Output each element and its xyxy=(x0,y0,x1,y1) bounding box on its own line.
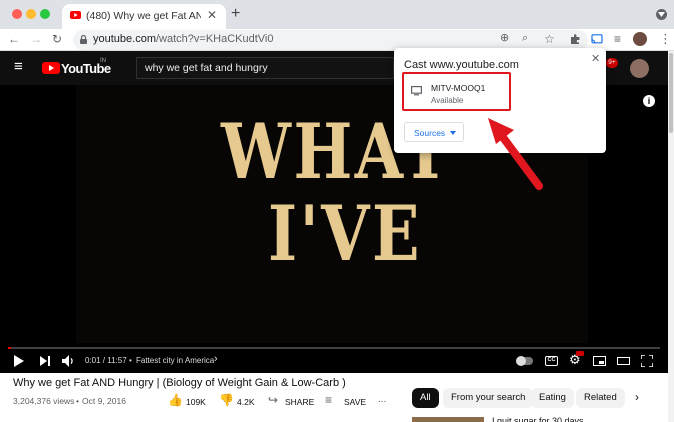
notification-badge: 9+ xyxy=(606,58,618,68)
install-app-icon[interactable]: ⊕ xyxy=(500,33,509,44)
forward-arrow-icon[interactable]: → xyxy=(30,33,42,45)
maximize-window-button[interactable] xyxy=(40,9,50,19)
miniplayer-inner xyxy=(599,361,604,364)
browser-tab[interactable]: (480) Why we get Fat AND Hu ✕ xyxy=(62,4,226,29)
sources-dropdown[interactable]: Sources xyxy=(404,122,464,142)
annotation-arrow-icon xyxy=(488,118,543,190)
cast-device-name: MITV-MOOQ1 xyxy=(431,83,486,93)
extensions-puzzle-icon[interactable] xyxy=(570,34,581,45)
chip-all[interactable]: All xyxy=(412,388,439,408)
cast-dialog-title: Cast www.youtube.com xyxy=(404,59,519,71)
back-arrow-icon[interactable]: ← xyxy=(8,33,20,45)
tab-close-icon[interactable]: ✕ xyxy=(207,8,217,22)
play-icon[interactable] xyxy=(14,355,24,367)
page-scrollbar[interactable] xyxy=(668,51,674,422)
bookmark-star-icon[interactable]: ☆ xyxy=(544,33,555,45)
miniplayer-icon[interactable] xyxy=(593,356,606,366)
info-icon[interactable]: i xyxy=(643,95,655,107)
zoom-icon[interactable]: ⌕ xyxy=(522,33,528,44)
progress-fill xyxy=(8,347,11,349)
dislike-count[interactable]: 4.2K xyxy=(237,397,255,407)
address-bar[interactable]: youtube.com/watch?v=KHaCKudtVi0 ⊕ ⌕ ☆ xyxy=(73,30,588,50)
url-path: /watch?v=KHaCKudtVi0 xyxy=(155,33,274,45)
search-input[interactable]: why we get fat and hungry xyxy=(136,57,394,79)
more-actions-button[interactable]: ... xyxy=(378,394,386,405)
save-playlist-icon[interactable]: ≡ xyxy=(325,393,332,407)
recommendation-title[interactable]: I quit sugar for 30 days xyxy=(492,416,584,422)
browser-tab-strip: (480) Why we get Fat AND Hu ✕ + xyxy=(0,0,674,29)
chapter-chevron-icon[interactable]: › xyxy=(214,353,218,365)
region-code: IN xyxy=(100,58,106,64)
publish-date: Oct 9, 2016 xyxy=(82,396,126,406)
chips-next-icon[interactable]: › xyxy=(635,390,639,404)
sources-label: Sources xyxy=(414,128,446,138)
lock-icon xyxy=(80,35,87,44)
account-avatar[interactable] xyxy=(630,59,649,78)
youtube-favicon-icon xyxy=(70,11,81,19)
share-icon[interactable]: ↪ xyxy=(268,393,278,407)
subtitles-icon[interactable]: CC xyxy=(545,356,558,366)
chip-from-your-search[interactable]: From your search xyxy=(443,388,534,408)
url-text: youtube.com/watch?v=KHaCKudtVi0 xyxy=(93,33,274,45)
minimize-window-button[interactable] xyxy=(26,9,36,19)
reload-icon[interactable]: ↻ xyxy=(52,33,62,45)
search-query: why we get fat and hungry xyxy=(145,62,268,74)
chapter-separator: • xyxy=(129,356,132,365)
tab-search-button[interactable] xyxy=(656,9,667,20)
view-count: 3,204,376 views xyxy=(13,396,75,406)
tab-title: (480) Why we get Fat AND Hu xyxy=(86,10,201,22)
autoplay-knob xyxy=(516,356,526,366)
video-title: Why we get Fat AND Hungry | (Biology of … xyxy=(13,377,346,389)
like-icon[interactable]: 👍 xyxy=(168,393,183,407)
dropdown-caret-icon xyxy=(450,131,456,135)
chapter-title[interactable]: Fattest city in America xyxy=(136,356,214,365)
video-overlay-text-line2: I'VE xyxy=(268,189,422,278)
chip-related[interactable]: Related xyxy=(576,388,625,408)
fullscreen-icon[interactable] xyxy=(641,355,653,367)
tv-monitor-icon xyxy=(411,86,422,96)
profile-avatar[interactable] xyxy=(633,32,647,46)
browser-menu-icon[interactable]: ⋮ xyxy=(659,32,672,45)
chevron-down-icon xyxy=(658,12,665,17)
scrollbar-thumb[interactable] xyxy=(669,53,673,133)
chip-eating[interactable]: Eating xyxy=(531,388,574,408)
close-icon[interactable]: ✕ xyxy=(591,52,600,65)
reading-list-icon[interactable]: ≡ xyxy=(614,33,621,45)
cast-device-status: Available xyxy=(431,96,464,105)
volume-icon[interactable] xyxy=(62,355,75,367)
close-window-button[interactable] xyxy=(12,9,22,19)
like-count[interactable]: 109K xyxy=(186,397,206,407)
new-tab-button[interactable]: + xyxy=(231,6,240,22)
url-host: youtube.com xyxy=(93,33,156,45)
meta-separator: • xyxy=(76,396,79,406)
share-button[interactable]: SHARE xyxy=(285,397,314,407)
time-display: 0:01 / 11:57 xyxy=(85,356,127,365)
hamburger-menu-icon[interactable]: ≡ xyxy=(14,59,23,74)
theater-mode-icon[interactable] xyxy=(617,357,630,365)
hd-badge xyxy=(576,351,584,356)
recommendation-thumbnail[interactable] xyxy=(412,417,484,422)
autoplay-toggle[interactable] xyxy=(516,356,533,366)
cast-icon[interactable] xyxy=(591,34,603,44)
save-button[interactable]: SAVE xyxy=(344,397,366,407)
dislike-icon[interactable]: 👎 xyxy=(219,393,234,407)
cast-device-item[interactable]: MITV-MOOQ1 Available xyxy=(402,72,511,111)
next-video-icon[interactable] xyxy=(40,356,50,366)
progress-bar[interactable] xyxy=(8,347,660,349)
youtube-logo-icon xyxy=(42,62,60,74)
